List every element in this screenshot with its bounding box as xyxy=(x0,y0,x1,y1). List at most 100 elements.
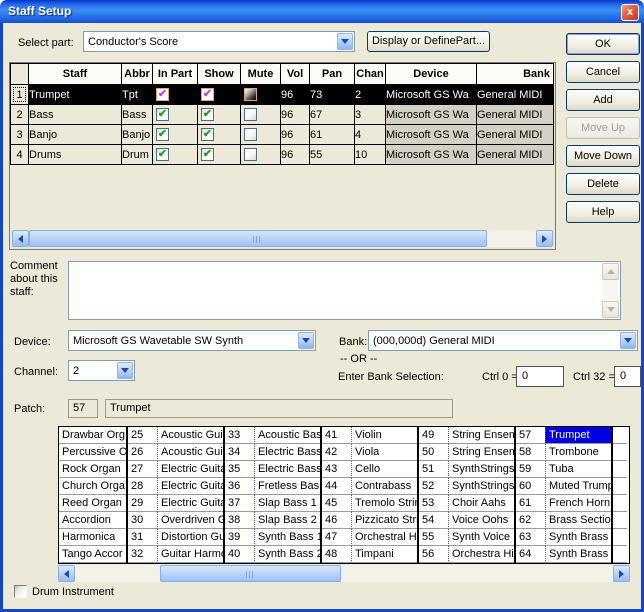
scroll-right-icon[interactable] xyxy=(613,565,630,582)
cell-device[interactable]: Microsoft GS Wa xyxy=(386,145,477,165)
patch-number[interactable]: 35 xyxy=(225,461,254,478)
patch-number[interactable]: 62 xyxy=(516,512,545,529)
in-part-checkbox[interactable]: ✔ xyxy=(156,148,169,161)
close-icon[interactable]: x xyxy=(621,4,639,21)
patch-name-cell[interactable]: Orchestral H xyxy=(351,529,417,546)
cell-bank[interactable]: General MIDI xyxy=(477,105,554,125)
patch-name-cell[interactable]: Contrabass xyxy=(351,478,417,495)
patch-name-cell[interactable]: Tremolo Strin xyxy=(351,495,417,512)
in-part-cell[interactable]: ✔ xyxy=(153,85,198,105)
patch-name-cell[interactable]: SynthStrings xyxy=(448,478,514,495)
patch-number[interactable]: 51 xyxy=(419,461,448,478)
staff-table-hscrollbar[interactable] xyxy=(12,230,553,247)
table-row[interactable]: 2BassBass✔✔96673Microsoft GS WaGeneral M… xyxy=(11,105,554,125)
patch-name-cell[interactable]: Cello xyxy=(351,461,417,478)
patch-name-cell[interactable]: Distortion Gui xyxy=(157,529,223,546)
patch-number[interactable]: 33 xyxy=(225,427,254,444)
patch-number[interactable]: 50 xyxy=(419,444,448,461)
ok-button[interactable]: OK xyxy=(566,33,640,55)
chevron-down-icon[interactable] xyxy=(337,33,353,50)
cell-chan[interactable]: 2 xyxy=(355,85,386,105)
show-checkbox[interactable]: ✔ xyxy=(201,88,214,101)
patch-number[interactable]: 36 xyxy=(225,478,254,495)
patch-name-cell[interactable]: Acoustic Bas xyxy=(254,427,320,444)
patch-number[interactable]: 47 xyxy=(322,529,351,546)
patch-name-cell[interactable]: Synth Brass xyxy=(545,529,611,546)
patch-name-cell[interactable]: Drawbar Org xyxy=(59,427,126,444)
cell-staff[interactable]: Banjo xyxy=(29,125,122,145)
display-or-define-part-button[interactable]: Display or DefinePart... xyxy=(367,31,490,52)
table-row[interactable]: 1TrumpetTpt✔✔96732Microsoft GS WaGeneral… xyxy=(11,85,554,105)
cell-abbr[interactable]: Tpt xyxy=(122,85,153,105)
patch-number[interactable]: 27 xyxy=(128,461,157,478)
show-cell[interactable]: ✔ xyxy=(198,105,241,125)
ctrl32-field[interactable]: 0 xyxy=(614,366,641,387)
scrollbar-track[interactable] xyxy=(75,565,160,582)
scrollbar-thumb[interactable] xyxy=(160,565,341,582)
comment-vscrollbar[interactable] xyxy=(602,263,619,318)
patch-name-cell[interactable]: Synth Voice xyxy=(448,529,514,546)
patch-name-cell[interactable]: Tuba xyxy=(545,461,611,478)
cell-device[interactable]: Microsoft GS Wa xyxy=(386,105,477,125)
patch-name-cell[interactable]: Rock Organ xyxy=(59,461,126,478)
comment-textarea[interactable] xyxy=(68,261,621,320)
patch-number[interactable]: 41 xyxy=(322,427,351,444)
patch-name-cell[interactable]: Percussive O xyxy=(59,444,126,461)
scrollbar-track[interactable] xyxy=(341,565,613,582)
scroll-down-icon[interactable] xyxy=(602,301,619,318)
cell-vol[interactable]: 96 xyxy=(281,85,310,105)
patch-name-cell[interactable]: Choir Aahs xyxy=(448,495,514,512)
patch-name-cell[interactable]: Fretless Bas xyxy=(254,478,320,495)
patch-number[interactable]: 54 xyxy=(419,512,448,529)
patch-number[interactable]: 58 xyxy=(516,444,545,461)
scroll-left-icon[interactable] xyxy=(12,230,29,247)
scroll-right-icon[interactable] xyxy=(536,230,553,247)
add-button[interactable]: Add xyxy=(566,89,640,111)
drum-instrument-checkbox[interactable] xyxy=(14,585,27,598)
patch-number[interactable]: 59 xyxy=(516,461,545,478)
patch-name-cell[interactable]: Church Orga xyxy=(59,478,126,495)
scroll-left-icon[interactable] xyxy=(58,565,75,582)
cell-chan[interactable]: 3 xyxy=(355,105,386,125)
patch-number[interactable]: 49 xyxy=(419,427,448,444)
patch-number[interactable]: 30 xyxy=(128,512,157,529)
cell-abbr[interactable]: Banjo xyxy=(122,125,153,145)
patch-name-cell[interactable]: Overdriven G xyxy=(157,512,223,529)
patch-number[interactable]: 63 xyxy=(516,529,545,546)
patch-name-cell[interactable]: String Ensem xyxy=(448,444,514,461)
patch-name-cell[interactable]: Electric Bass xyxy=(254,444,320,461)
cell-chan[interactable]: 4 xyxy=(355,125,386,145)
show-cell[interactable]: ✔ xyxy=(198,125,241,145)
channel-dropdown[interactable]: 2 xyxy=(68,360,135,381)
cell-staff[interactable]: Trumpet xyxy=(29,85,122,105)
row-header[interactable]: 3 xyxy=(11,125,29,145)
patch-name-cell[interactable]: Timpani xyxy=(351,546,417,563)
patch-name-cell[interactable]: Orchestra Hit xyxy=(448,546,514,563)
patch-name-cell[interactable]: SynthStrings xyxy=(448,461,514,478)
cell-vol[interactable]: 96 xyxy=(281,105,310,125)
patch-grid-hscrollbar[interactable] xyxy=(58,565,630,582)
show-cell[interactable]: ✔ xyxy=(198,145,241,165)
patch-name-cell[interactable]: Guitar Harmo xyxy=(157,546,223,563)
cell-bank[interactable]: General MIDI xyxy=(477,145,554,165)
in-part-checkbox[interactable]: ✔ xyxy=(156,108,169,121)
cell-abbr[interactable]: Drum xyxy=(122,145,153,165)
patch-name-cell[interactable]: Electric Guita xyxy=(157,461,223,478)
row-header[interactable]: 2 xyxy=(11,105,29,125)
patch-name-cell[interactable]: Violin xyxy=(351,427,417,444)
patch-name-cell[interactable]: Brass Sectio xyxy=(545,512,611,529)
patch-name-cell[interactable]: Synth Bass 1 xyxy=(254,529,320,546)
patch-number[interactable]: 42 xyxy=(322,444,351,461)
patch-number[interactable]: 55 xyxy=(419,529,448,546)
show-cell[interactable]: ✔ xyxy=(198,85,241,105)
help-button[interactable]: Help xyxy=(566,201,640,223)
scrollbar-track[interactable] xyxy=(487,230,536,247)
mute-checkbox[interactable] xyxy=(244,148,257,161)
patch-name-cell[interactable]: Electric Bass xyxy=(254,461,320,478)
mute-cell[interactable] xyxy=(241,125,281,145)
patch-number[interactable]: 38 xyxy=(225,512,254,529)
cell-pan[interactable]: 67 xyxy=(310,105,355,125)
cell-staff[interactable]: Bass xyxy=(29,105,122,125)
patch-number[interactable]: 25 xyxy=(128,427,157,444)
patch-name-cell[interactable]: Tango Accor xyxy=(59,546,126,563)
